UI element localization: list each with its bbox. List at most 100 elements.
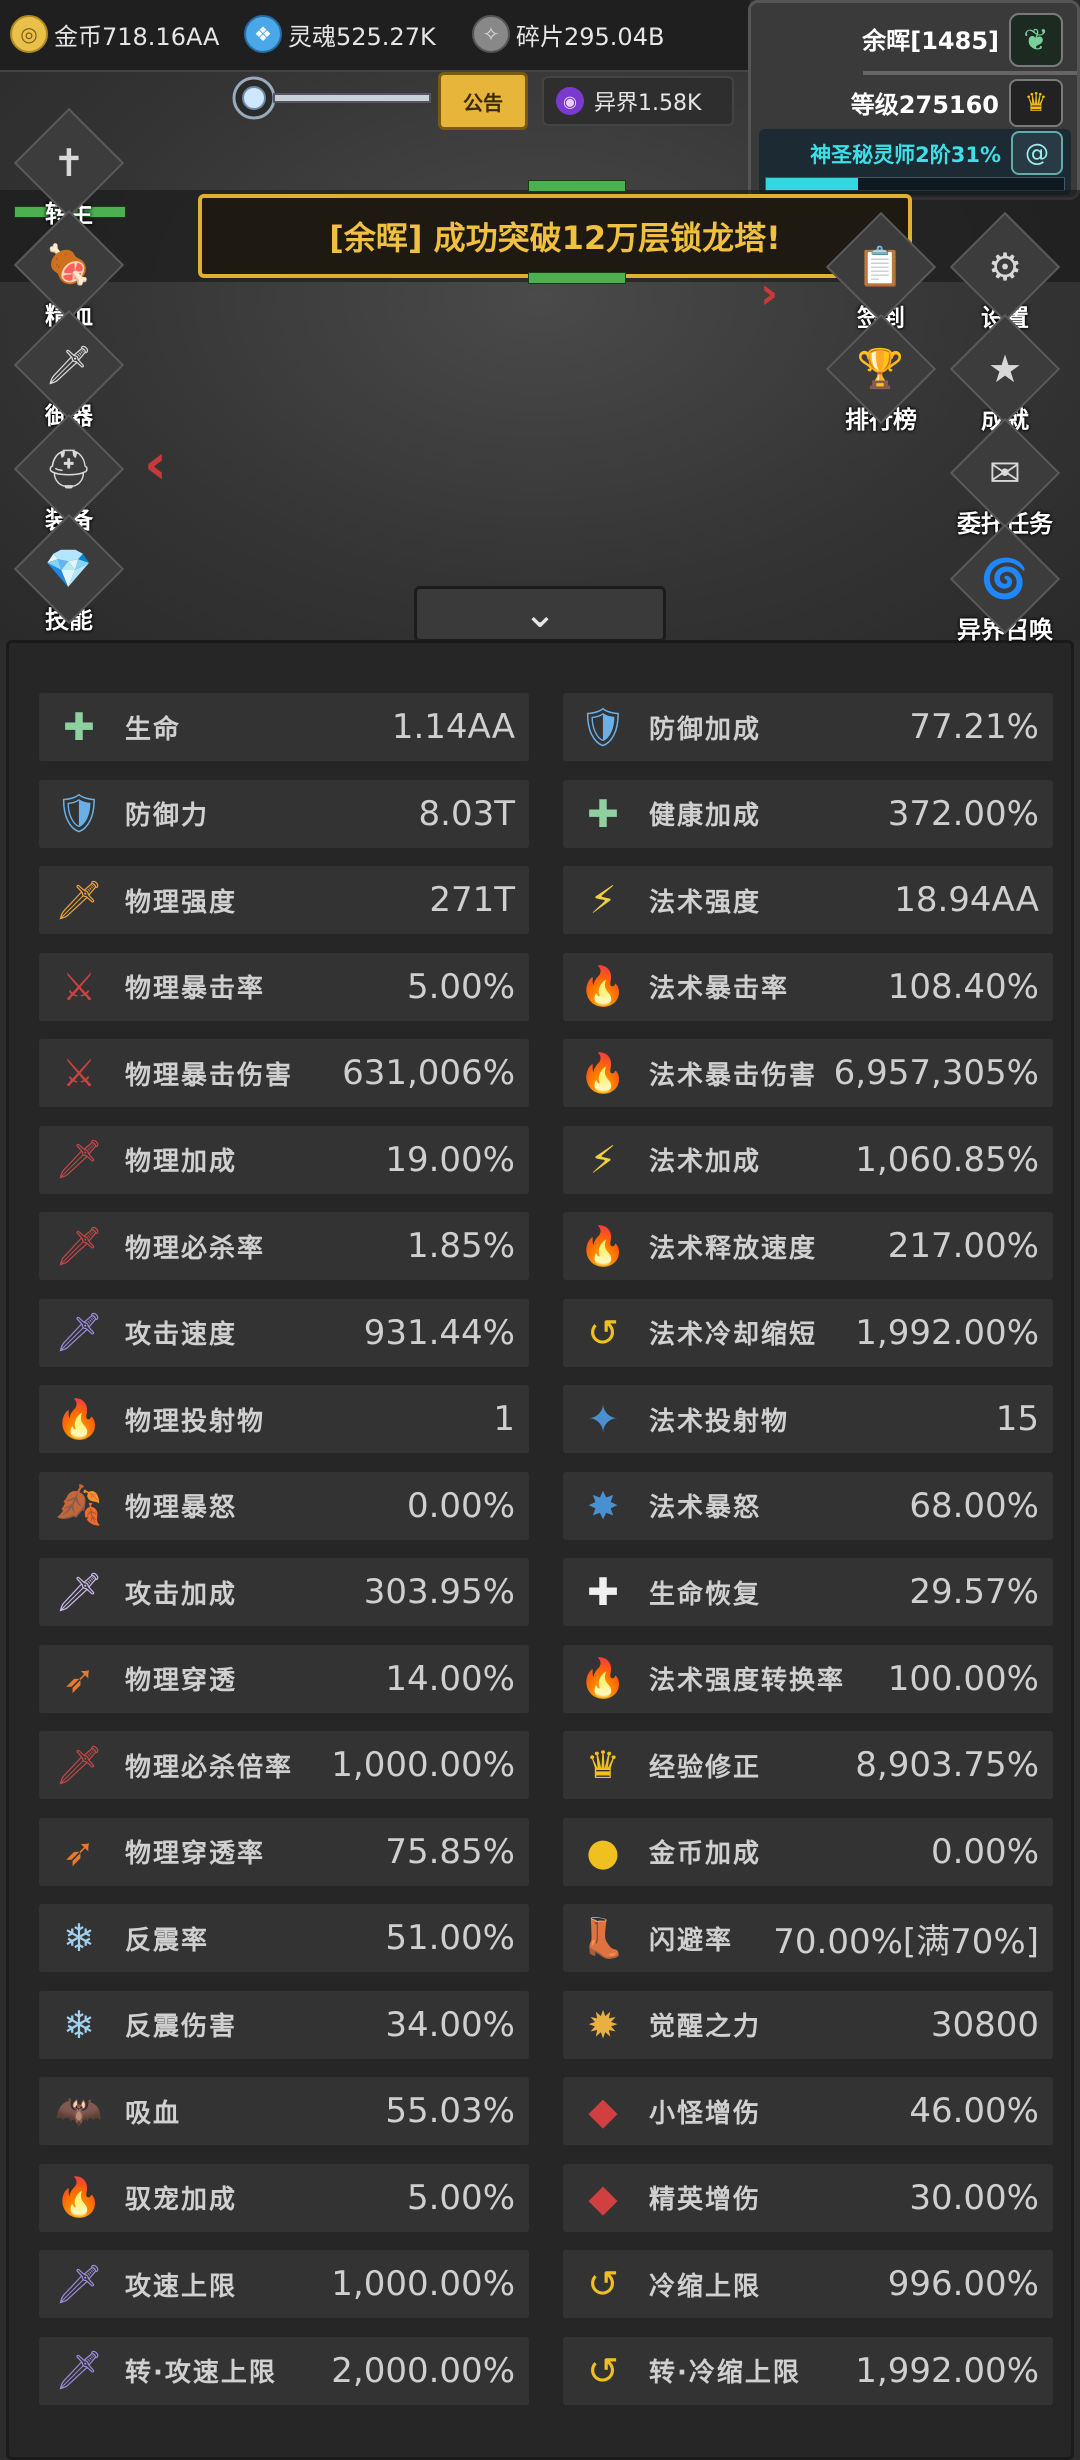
stat-name: 反震率 [125,1925,210,1956]
title-progress-bar [765,177,1065,191]
boot-icon: 👢 [579,1915,627,1960]
stat-value: 29.57% [909,1572,1039,1612]
stat-name: 法术暴击率 [649,974,790,1004]
stat-name: 觉醒之力 [649,2012,762,2042]
ice-burst-icon: ❄ [63,1916,95,1960]
collapse-panel-button[interactable]: ⌄ [414,586,666,642]
stat-value: 1 [493,1399,515,1439]
star-icon: ★ [949,313,1061,425]
soul-amount: 灵魂525.27K [288,22,436,51]
page-left-arrow[interactable]: ‹ [144,432,167,497]
stat-value: 271T [429,880,515,920]
soul-flame-icon: ❖ [244,15,282,53]
stat-value: 5.00% [406,2177,515,2218]
stat-row: 🗡 物理强度 271T [39,866,529,934]
stat-value: 217.00% [887,1226,1039,1266]
sceptre-icon [232,76,431,120]
player-name: 余晖[1485] [862,27,999,55]
stat-name: 法术投射物 [649,1406,790,1437]
stat-value: 1,000.00% [331,2264,515,2304]
helmet-icon: ⛑ [13,413,125,525]
gold-resource: ◎ 金币718.16AA [10,14,219,54]
stat-row: 🗡 物理必杀率 1.85% [39,1212,529,1280]
spiral-icon[interactable]: @ [1011,131,1063,175]
stat-name: 物理穿透 [125,1666,238,1696]
stat-row: ⚡ 法术强度 18.94AA [563,866,1053,934]
shard-amount: 碎片295.04B [516,22,665,51]
stat-row: ➶ 物理穿透率 75.85% [39,1817,529,1886]
stat-value: 1.85% [406,1226,515,1266]
stat-name: 物理暴击伤害 [125,1060,294,1091]
bleeding-blade-icon: 🗡 [54,1137,104,1181]
flying-sword-icon: 🗡 [13,309,125,421]
crown-icon: ♛ [585,1743,621,1787]
stat-row: ✸ 法术暴怒 68.00% [563,1471,1053,1540]
stat-value: 70.00%[满70%] [773,1921,1039,1962]
stat-row: ♛ 经验修正 8,903.75% [563,1731,1053,1799]
stat-value: 1,060.85% [855,1139,1039,1180]
stat-name: 攻速上限 [125,2271,238,2302]
stat-value: 303.95% [363,1572,515,1612]
stat-name: 物理穿透率 [125,1839,266,1869]
stat-row: ⚔ 物理暴击率 5.00% [39,952,529,1021]
stat-row: 🗡 攻速上限 1,000.00% [39,2250,529,2318]
blue-flame-icon: 🔥 [579,1050,627,1095]
page-right-arrow[interactable]: › [760,268,778,319]
stat-row: 🔥 法术暴击率 108.40% [563,952,1053,1021]
stat-name: 攻击速度 [125,1320,238,1350]
stat-row: ◆ 小怪增伤 46.00% [563,2077,1053,2145]
stat-value: 5.00% [406,966,515,1007]
gold-coin-icon: ● [586,1829,620,1874]
resource-bar: ◎ 金币718.16AA ❖ 灵魂525.27K ✧ 碎片295.04B [0,0,750,72]
leaf-emblem-icon[interactable]: ❦ [1009,13,1063,67]
otherworld-amount: 异界1.58K [594,91,702,116]
soul-resource: ❖ 灵魂525.27K [244,14,436,54]
bleeding-blade-icon: 🗡 [54,1223,104,1268]
stat-name: 物理必杀倍率 [125,1752,294,1783]
crystal-icon: 💎 [13,513,125,625]
stat-value: 6,957,305% [833,1053,1039,1093]
stat-name: 物理必杀率 [125,1233,266,1264]
shard-icon: ✧ [472,15,510,53]
orange-flame-icon: 🔥 [579,1223,627,1268]
blue-shard-icon: ✦ [587,1397,619,1441]
red-slash-icon: ⚔ [61,964,97,1009]
pierce-arrows-icon: ➶ [63,1829,95,1874]
title-progress-fill [766,178,859,190]
stat-value: 1,992.00% [855,1312,1039,1353]
stat-row: ↺ 法术冷却缩短 1,992.00% [563,1298,1053,1367]
stat-name: 小怪增伤 [649,2098,762,2129]
blue-burst-icon: ✸ [587,1483,619,1528]
stat-row: 🔥 法术释放速度 217.00% [563,1212,1053,1280]
otherworld-currency[interactable]: ◉ 异界1.58K [542,76,734,126]
shield-icon: 🛡 [54,791,104,835]
player-level: 等级275160 [850,91,999,119]
stat-value: 931.44% [363,1312,515,1353]
stat-name: 生命恢复 [649,1579,762,1610]
stat-row: 🍂 物理暴怒 0.00% [39,1471,529,1540]
announcement-banner: [余晖] 成功突破12万层锁龙塔! [198,194,912,278]
gold-coin-icon: ◎ [10,15,48,53]
notice-button[interactable]: 公告 [438,72,528,130]
stat-value: 1,000.00% [331,1745,515,1785]
stats-panel: ✚ 生命 1.14AA 🛡 防御力 8.03T 🗡 物理强度 271T ⚔ 物理暴击率 5.00% ⚔ 物… [6,640,1074,2460]
side-menu-trophy[interactable]: 🏆排行榜 [825,313,937,435]
stat-row: ● 金币加成 0.00% [563,1817,1053,1886]
stat-value: 8,903.75% [855,1745,1039,1785]
meat-icon: 🍖 [13,209,125,321]
blue-flame-icon: 🔥 [579,964,627,1008]
stat-row: ◆ 精英增伤 30.00% [563,2163,1053,2232]
player-profile-panel[interactable]: 余晖[1485] ❦ 等级275160 ♛ 神圣秘灵师2阶31% @ [748,0,1080,200]
yellow-leaf-icon: 🍂 [55,1483,103,1527]
stat-name: 金币加成 [649,1839,762,1869]
stat-name: 法术强度 [649,887,762,918]
life-cross-icon: ✚ [63,705,95,749]
crown-icon[interactable]: ♛ [1009,79,1063,127]
signin-board-icon: 📋 [825,211,937,323]
side-menu-crystal[interactable]: 💎技能 [13,513,125,635]
stat-row: 🔥 驭宠加成 5.00% [39,2163,529,2232]
stat-name: 物理投射物 [125,1406,266,1437]
chevron-down-icon: ⌄ [523,591,557,637]
side-menu-portal[interactable]: 🌀异界召唤 [949,523,1061,645]
cooldown-arrow-icon: ↺ [587,1310,619,1355]
